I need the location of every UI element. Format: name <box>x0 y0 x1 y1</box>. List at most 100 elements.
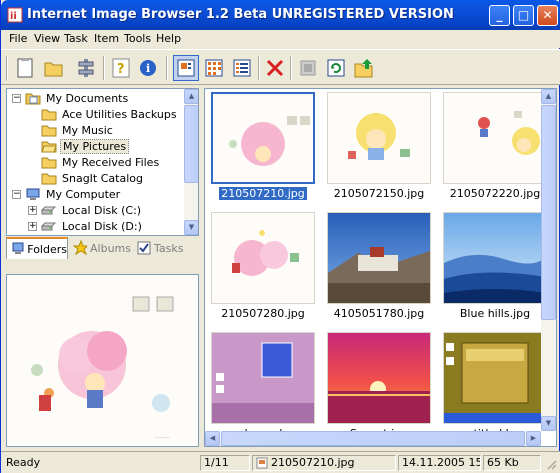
thumbnail-item[interactable]: 210507280.jpg <box>208 209 318 324</box>
tab-folders[interactable]: Folders <box>6 237 68 259</box>
tree-item-ace-utilities-backups[interactable]: Ace Utilities Backups <box>41 106 179 122</box>
thumbnail-item[interactable]: my_home.bmp <box>208 329 318 444</box>
thumbnail-filename: 4105051780.jpg <box>333 307 425 320</box>
scroll-left-arrow-icon[interactable]: ◀ <box>205 431 220 446</box>
thumbnail-item[interactable]: 4105051780.jpg <box>324 209 434 324</box>
thumbnail-item[interactable]: Sunset.jpg <box>324 329 434 444</box>
file-icon <box>256 457 268 469</box>
tree-item-my-pictures[interactable]: My Pictures <box>41 138 130 154</box>
toolbar-separator <box>258 56 260 80</box>
grid-view-icon <box>205 59 223 77</box>
up-folder-icon <box>354 59 373 78</box>
tree-scrollbar[interactable]: ▲ ▼ <box>184 89 198 235</box>
toolbar-separator <box>290 56 292 80</box>
toolbar: ? i <box>1 49 560 85</box>
menu-file[interactable]: File <box>9 32 27 45</box>
tasks-checkbox-icon <box>137 241 151 255</box>
thumbnail-item[interactable]: 2105072220.jpg <box>440 89 550 204</box>
thumbnail-image <box>213 94 313 182</box>
tree-item-local-disk-c[interactable]: Local Disk (C:) <box>41 202 143 218</box>
maximize-button[interactable]: □ <box>513 5 534 26</box>
thumbnail-image <box>212 213 314 303</box>
thumbnail-item[interactable]: 2105072150.jpg <box>324 89 434 204</box>
thumbnail-item[interactable]: Blue hills.jpg <box>440 209 550 324</box>
thumbnail-item[interactable]: untitled.bmp <box>440 329 550 444</box>
folders-tab-icon <box>12 242 24 254</box>
info-button[interactable]: i <box>135 55 161 81</box>
folder-tree: − My Documents Ace Utilities Backups My … <box>6 88 199 236</box>
scroll-up-arrow-icon[interactable]: ▲ <box>541 89 556 104</box>
tree-scroll-thumb[interactable] <box>184 105 198 183</box>
image-preview: ········· <box>6 274 199 447</box>
folder-icon <box>41 173 57 184</box>
delete-button[interactable] <box>262 55 288 81</box>
thumbnail-image <box>328 93 430 183</box>
details-view-button[interactable] <box>229 55 255 81</box>
app-window: ii Internet Image Browser 1.2 Beta UNREG… <box>0 0 560 473</box>
menu-help[interactable]: Help <box>156 32 181 45</box>
tree-collapse-toggle[interactable]: − <box>12 94 21 103</box>
tab-albums[interactable]: Albums <box>69 237 131 259</box>
svg-text:·········: ········· <box>155 435 170 441</box>
tree-item-my-received-files[interactable]: My Received Files <box>41 154 161 170</box>
tree-item-my-music[interactable]: My Music <box>41 122 115 138</box>
thumbnail-vertical-scrollbar[interactable]: ▲ ▼ <box>541 89 556 431</box>
thumbnail-image <box>328 213 430 303</box>
grid-view-button[interactable] <box>201 55 227 81</box>
computer-icon <box>26 188 40 200</box>
tree-expand-toggle[interactable]: + <box>28 206 37 215</box>
tree-collapse-toggle[interactable]: − <box>12 190 21 199</box>
details-view-icon <box>233 59 251 77</box>
thumbnail-hscroll-thumb[interactable] <box>221 431 525 446</box>
thumbnail-image <box>212 333 314 423</box>
status-filename: 210507210.jpg <box>271 456 355 469</box>
thumbnail-filename: Blue hills.jpg <box>459 307 531 320</box>
stop-button[interactable] <box>295 55 321 81</box>
minimize-button[interactable]: _ <box>489 5 510 26</box>
folder-icon <box>41 109 57 120</box>
title-bar[interactable]: ii Internet Image Browser 1.2 Beta UNREG… <box>1 0 560 30</box>
status-size: 65 Kb <box>483 455 541 471</box>
window-title: Internet Image Browser 1.2 Beta UNREGIST… <box>27 7 454 22</box>
tree-item-snagit-catalog[interactable]: SnagIt Catalog <box>41 170 145 186</box>
tree-item-my-documents[interactable]: My Documents <box>25 90 130 106</box>
menu-view[interactable]: View <box>34 32 60 45</box>
thumbnail-image <box>444 93 546 183</box>
stop-icon <box>300 60 316 76</box>
resize-grip-icon[interactable] <box>545 458 557 470</box>
thumbnail-filename: 2105072150.jpg <box>333 187 425 200</box>
tree-item-my-computer[interactable]: My Computer <box>25 186 122 202</box>
menu-item[interactable]: Item <box>94 32 119 45</box>
drive-icon <box>41 222 57 230</box>
scroll-down-arrow-icon[interactable]: ▼ <box>541 416 556 431</box>
refresh-icon <box>327 59 345 77</box>
menu-task[interactable]: Task <box>64 32 88 45</box>
scroll-up-arrow-icon[interactable]: ▲ <box>184 89 198 104</box>
toolbar-separator <box>103 56 105 80</box>
menu-bar: File View Task Item Tools Help <box>1 30 560 48</box>
drive-icon <box>41 206 57 214</box>
thumbnail-view-button[interactable] <box>173 55 199 81</box>
close-button[interactable]: ✕ <box>537 5 558 26</box>
thumbnail-image <box>444 213 546 303</box>
tree-item-local-disk-d[interactable]: Local Disk (D:) <box>41 218 144 234</box>
menu-tools[interactable]: Tools <box>124 32 151 45</box>
new-button[interactable] <box>12 55 38 81</box>
thumbnail-filename: 2105072220.jpg <box>449 187 541 200</box>
scroll-right-arrow-icon[interactable]: ▶ <box>526 431 541 446</box>
thumbnail-horizontal-scrollbar[interactable]: ◀ ▶ <box>205 431 541 446</box>
open-folder-icon <box>44 62 63 77</box>
settings-button[interactable] <box>73 55 99 81</box>
help-button[interactable]: ? <box>108 55 134 81</box>
status-position: 1/11 <box>200 455 250 471</box>
up-folder-button[interactable] <box>351 55 377 81</box>
tab-tasks[interactable]: Tasks <box>133 237 193 259</box>
scroll-down-arrow-icon[interactable]: ▼ <box>184 220 198 235</box>
thumbnail-item[interactable]: 210507210.jpg <box>208 89 318 204</box>
status-bar: Ready 1/11 210507210.jpg 14.11.2005 15:3… <box>1 451 560 473</box>
tree-expand-toggle[interactable]: + <box>28 222 37 231</box>
refresh-button[interactable] <box>323 55 349 81</box>
thumbnail-scroll-thumb[interactable] <box>541 105 556 320</box>
open-folder-button[interactable] <box>41 55 67 81</box>
info-icon: i <box>140 60 156 76</box>
